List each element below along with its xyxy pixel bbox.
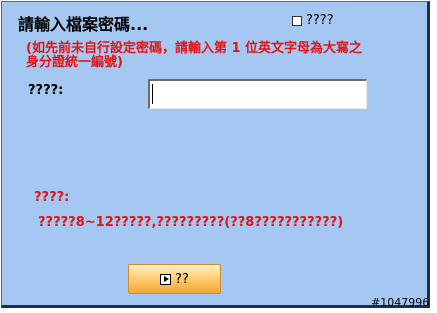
- play-icon: [160, 273, 172, 285]
- remember-checkbox[interactable]: [292, 15, 302, 26]
- remember-label: ????: [306, 13, 334, 28]
- password-hint: (如先前未自行設定密碼，請輸入第 1 位英文字母為大寫之身分證統一編號): [26, 41, 363, 70]
- note-label: ????:: [34, 190, 70, 205]
- text-caret: [152, 84, 153, 104]
- submit-label: ??: [175, 271, 189, 287]
- password-label: ????:: [28, 83, 64, 98]
- watermark-id: #1047996: [371, 296, 430, 309]
- remember-option[interactable]: ????: [292, 13, 334, 28]
- dialog-title: 請輸入檔案密碼...: [18, 15, 149, 34]
- password-dialog: 請輸入檔案密碼... ???? (如先前未自行設定密碼，請輸入第 1 位英文字母…: [1, 1, 430, 308]
- note-text: ?????8~12?????,?????????(??8???????????): [38, 215, 344, 230]
- submit-button[interactable]: ??: [128, 264, 221, 294]
- password-input[interactable]: [148, 79, 367, 109]
